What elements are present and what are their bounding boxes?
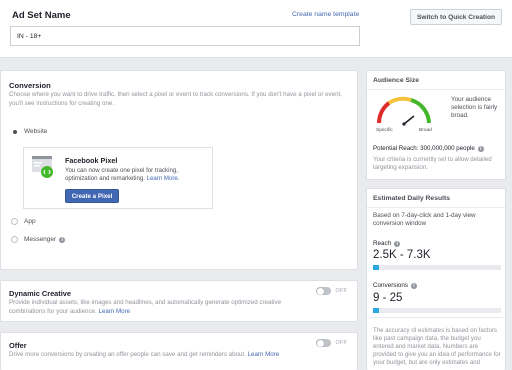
website-label: Website	[24, 128, 48, 135]
divider	[367, 317, 505, 318]
toggle-state-label: OFF	[335, 288, 347, 294]
divider	[367, 207, 505, 208]
offer-toggle[interactable]: OFF	[316, 339, 347, 347]
info-icon[interactable]: i	[59, 236, 66, 243]
conversion-card: Conversion Choose where you want to driv…	[0, 70, 358, 270]
audience-description: Your audience selection is fairly broad.	[451, 96, 498, 119]
website-option[interactable]: Website	[11, 128, 47, 135]
gauge-broad-label: Broad	[419, 127, 432, 133]
toggle-state-label: OFF	[335, 340, 347, 346]
app-label: App	[24, 218, 36, 225]
gauge-specific-label: Specific	[376, 127, 393, 133]
app-option[interactable]: App	[11, 218, 36, 225]
conversions-label: Conversions i	[373, 282, 417, 289]
info-icon[interactable]: i	[477, 146, 484, 152]
messenger-option[interactable]: Messenger i	[11, 236, 66, 243]
dynamic-creative-card: Dynamic Creative Provide individual asse…	[0, 280, 358, 322]
conversion-title: Conversion	[9, 81, 51, 90]
toggle-switch[interactable]	[316, 339, 332, 347]
facebook-pixel-box: Facebook Pixel You can now create one pi…	[23, 147, 213, 209]
audience-size-title: Audience Size	[373, 77, 420, 84]
estimated-results-card: Estimated Daily Results Based on 7-day-c…	[366, 188, 506, 370]
estimate-basis: Based on 7-day-click and 1-day view conv…	[373, 212, 476, 227]
dynamic-creative-description: Provide individual assets, like images a…	[9, 299, 282, 315]
accuracy-note: The accuracy of estimates is based on fa…	[373, 327, 501, 366]
messenger-label: Messenger	[24, 236, 57, 243]
dynamic-creative-toggle[interactable]: OFF	[316, 287, 347, 295]
info-icon[interactable]: i	[394, 241, 401, 247]
messenger-radio[interactable]	[11, 236, 18, 243]
facebook-pixel-description: You can now create one pixel for trackin…	[65, 167, 180, 182]
criteria-text: Your criteria is currently set to allow …	[373, 156, 492, 171]
ad-set-name-panel: Ad Set Name Create name template Switch …	[0, 0, 512, 58]
toggle-switch[interactable]	[316, 287, 332, 295]
app-radio[interactable]	[11, 218, 18, 225]
conversions-bar-fill	[373, 308, 380, 313]
offer-title: Offer	[9, 341, 27, 350]
reach-label: Reach i	[373, 240, 401, 247]
facebook-pixel-title: Facebook Pixel	[65, 156, 118, 165]
dynamic-creative-learn-more-link[interactable]: Learn More	[98, 308, 130, 315]
reach-value: 2.5K - 7.3K	[373, 249, 431, 261]
audience-gauge: Specific Broad	[376, 96, 432, 133]
pixel-code-icon	[32, 156, 53, 178]
pixel-learn-more-link[interactable]: Learn More.	[147, 175, 180, 182]
offer-description: Drive more conversions by creating an of…	[9, 351, 280, 358]
create-pixel-button[interactable]: Create a Pixel	[65, 189, 119, 203]
create-name-template-link[interactable]: Create name template	[292, 11, 359, 18]
switch-quick-creation-button[interactable]: Switch to Quick Creation	[410, 9, 502, 25]
reach-bar-fill	[373, 265, 380, 270]
website-radio[interactable]	[11, 128, 18, 135]
offer-learn-more-link[interactable]: Learn More	[248, 351, 280, 358]
conversion-description: Choose where you want to drive traffic, …	[9, 91, 342, 107]
conversions-bar	[373, 308, 501, 313]
ad-set-name-input[interactable]	[10, 26, 360, 46]
divider	[367, 89, 505, 90]
reach-bar	[373, 265, 501, 270]
conversions-value: 9 - 25	[373, 292, 403, 304]
info-icon[interactable]: i	[411, 283, 417, 289]
dynamic-creative-title: Dynamic Creative	[9, 289, 72, 298]
audience-size-card: Audience Size Specific Broad Your audien…	[366, 70, 506, 180]
estimated-results-title: Estimated Daily Results	[373, 195, 451, 202]
gauge-needle	[403, 115, 415, 125]
potential-reach: Potential Reach: 300,000,000 people i	[373, 145, 484, 152]
ad-set-name-title: Ad Set Name	[12, 10, 71, 21]
offer-card: Offer Drive more conversions by creating…	[0, 332, 358, 370]
